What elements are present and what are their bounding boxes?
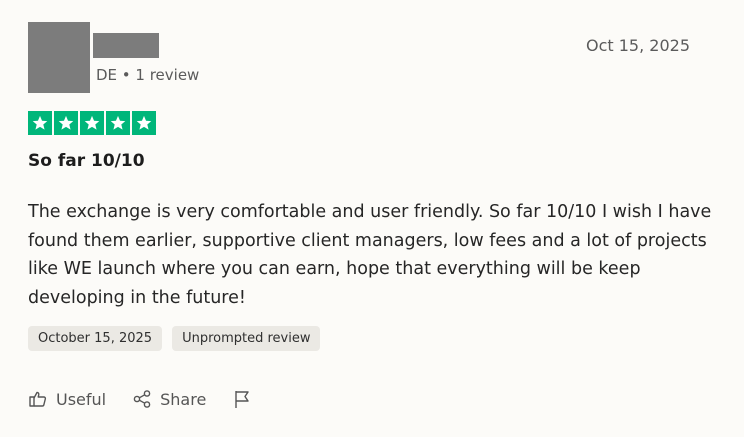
- report-button[interactable]: [232, 389, 252, 409]
- review-card: DE • 1 review Oct 15, 2025 So far 10/10 …: [0, 0, 744, 437]
- review-date: Oct 15, 2025: [586, 36, 690, 55]
- thumbs-up-icon: [29, 391, 47, 407]
- star-icon: [132, 111, 156, 135]
- review-title: So far 10/10: [28, 151, 145, 171]
- star-rating: [28, 111, 156, 135]
- star-icon: [106, 111, 130, 135]
- experience-date-tag: October 15, 2025: [28, 326, 163, 351]
- share-label: Share: [160, 389, 207, 409]
- review-tags: October 15, 2025 Unprompted review: [28, 326, 321, 351]
- review-body: The exchange is very comfortable and use…: [28, 202, 712, 308]
- star-icon: [28, 111, 52, 135]
- unprompted-review-tag[interactable]: Unprompted review: [172, 326, 321, 351]
- review-actions: Useful Share: [28, 389, 252, 409]
- star-icon: [54, 111, 78, 135]
- useful-label: Useful: [56, 389, 107, 409]
- useful-button[interactable]: Useful: [28, 389, 106, 409]
- reviewer-meta: DE • 1 review: [96, 66, 200, 84]
- share-button[interactable]: Share: [132, 389, 206, 409]
- flag-icon: [235, 391, 249, 408]
- star-icon: [80, 111, 104, 135]
- avatar[interactable]: [28, 22, 90, 93]
- reviewer-name-redacted[interactable]: [93, 33, 159, 58]
- share-icon: [133, 390, 151, 408]
